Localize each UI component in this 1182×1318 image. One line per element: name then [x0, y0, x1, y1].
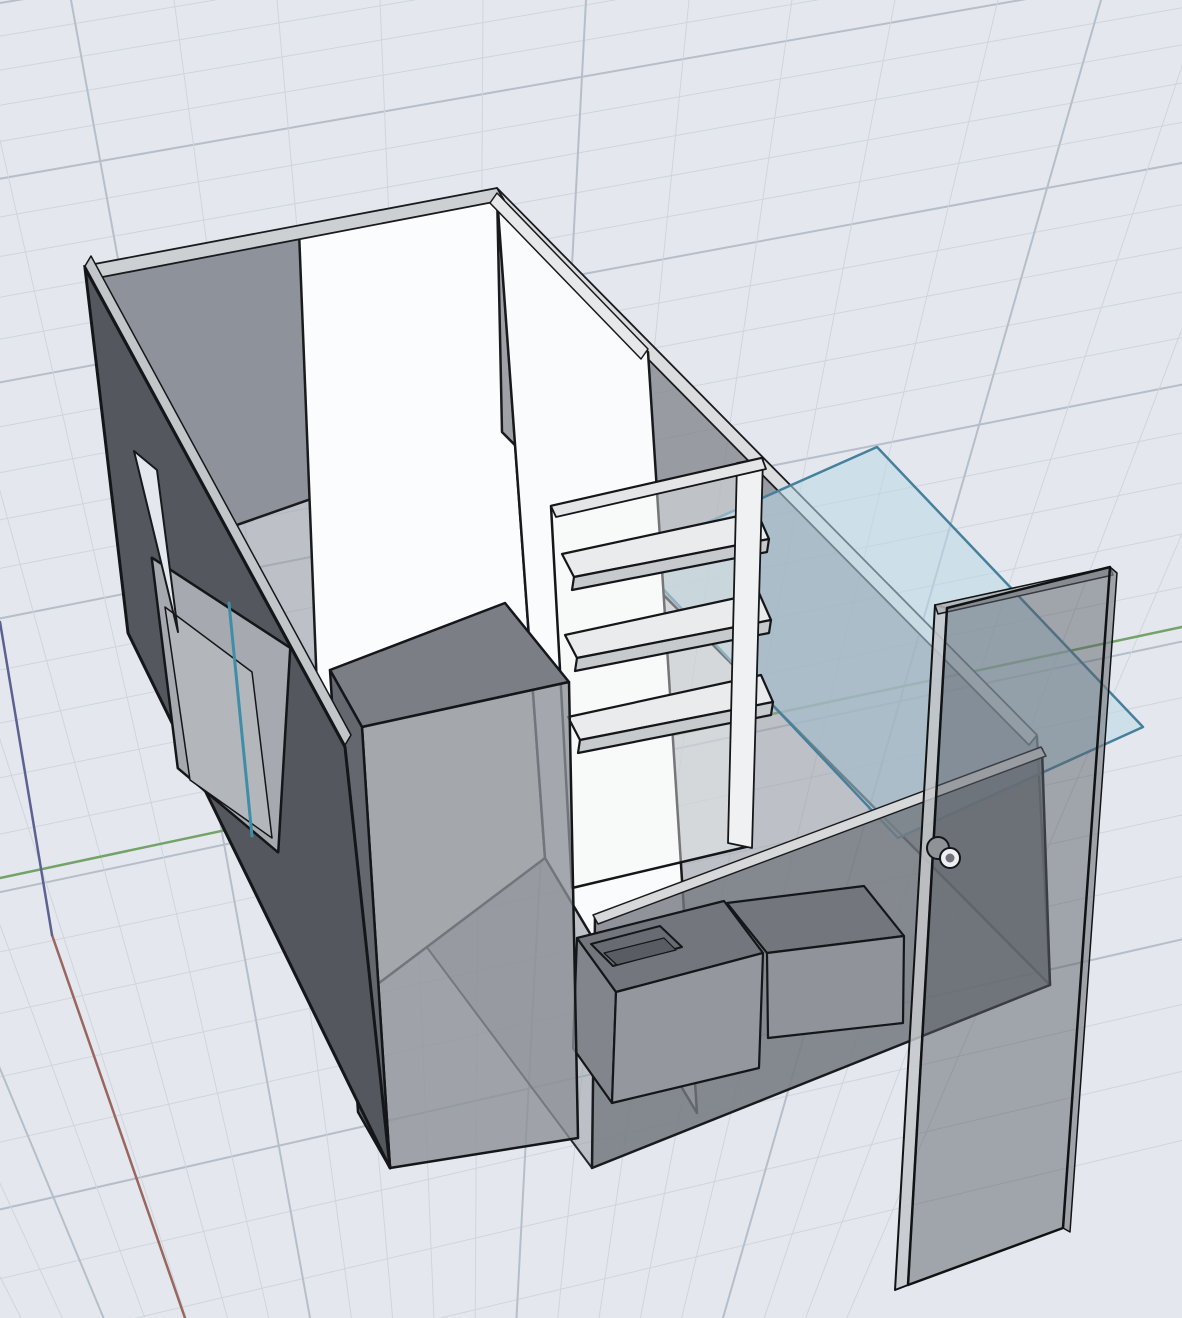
grid-line-b: [0, 0, 31, 1318]
tall-cabinet-front[interactable]: [362, 682, 578, 1168]
cabinet-box-front[interactable]: [767, 936, 904, 1038]
grid-line-a: [0, 0, 1182, 109]
model-layer: [0, 188, 1182, 1318]
axis-red: [52, 935, 185, 1318]
grid-line-a: [0, 4, 1182, 220]
grid-line-b: [0, 0, 72, 1318]
door-knob-center: [946, 854, 955, 863]
cad-viewport[interactable]: [0, 0, 1182, 1318]
grid-line-a: [0, 41, 1182, 260]
axis-blue: [0, 622, 52, 935]
grid-line-a: [0, 0, 1182, 74]
scene-svg: [0, 0, 1182, 1318]
grid-line-a: [0, 0, 1182, 39]
grid-line-b: [0, 0, 152, 1318]
